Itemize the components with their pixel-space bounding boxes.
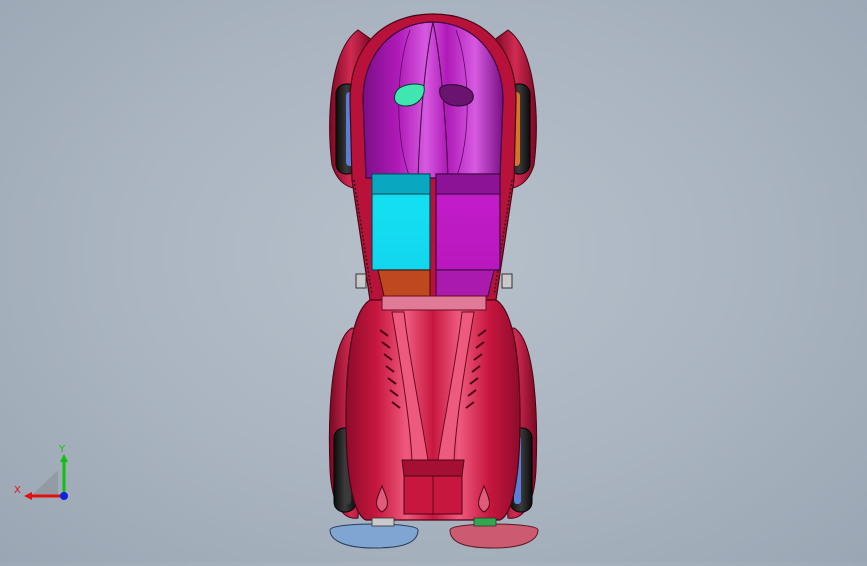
seat-right-magenta: [435, 173, 501, 271]
seat-left-cyan: [371, 173, 431, 271]
y-axis-label: Y: [58, 444, 66, 455]
car-model[interactable]: [0, 0, 867, 562]
side-bracket-left: [355, 273, 367, 289]
y-axis-arrow: [60, 454, 68, 462]
rear-body: [345, 295, 521, 521]
footrest-left: [329, 517, 419, 549]
axis-triad: X Y: [14, 444, 68, 500]
z-axis-point: [60, 492, 68, 500]
hood-panel: [362, 21, 504, 179]
3d-viewport[interactable]: X Y: [0, 0, 867, 562]
seat-base: [377, 269, 495, 297]
x-axis-arrow: [24, 492, 32, 500]
side-bracket-right: [501, 273, 513, 289]
x-axis-label: X: [14, 485, 21, 496]
footrest-right: [449, 517, 539, 549]
